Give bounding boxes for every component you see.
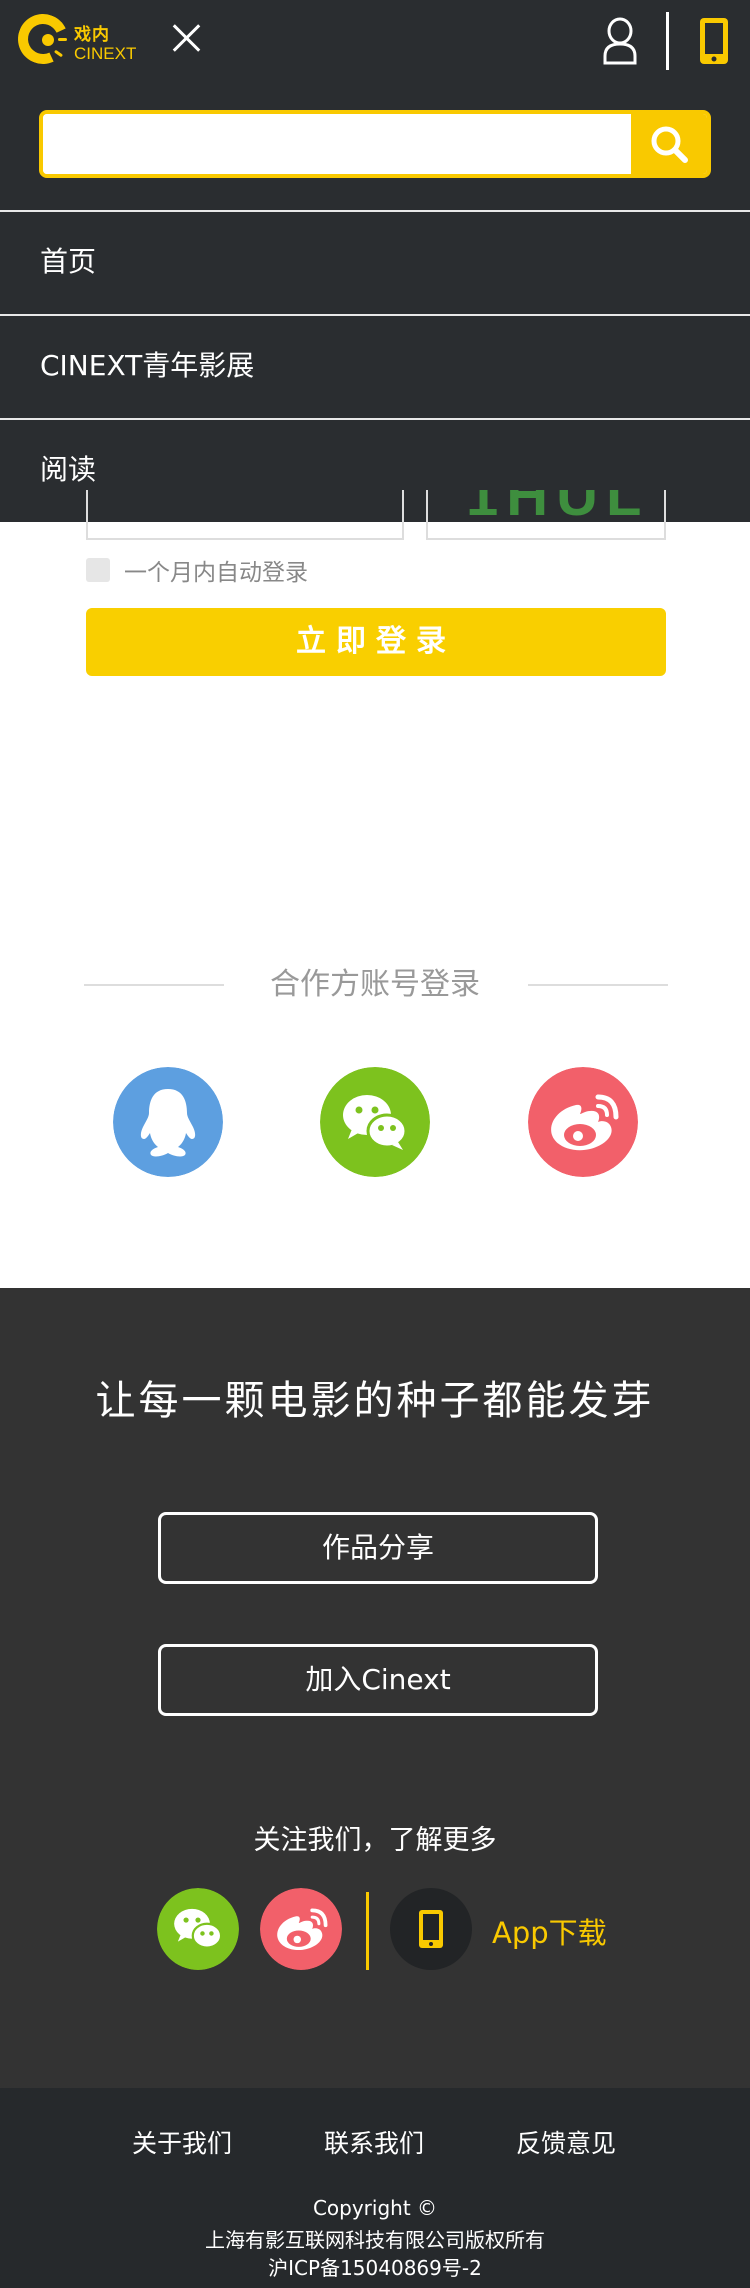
bottom-bar: 关于我们 联系我们 反馈意见 Copyright © 上海有影互联网科技有限公司… [0, 2088, 750, 2288]
nav-menu: 首页 CINEXT青年影展 阅读 [0, 210, 750, 522]
search-input[interactable] [43, 114, 633, 174]
partner-login-heading: 合作方账号登录 [0, 960, 750, 1010]
footer-weibo-icon[interactable] [260, 1888, 342, 1970]
nav-item-home[interactable]: 首页 [0, 210, 750, 314]
search-button[interactable] [631, 114, 707, 174]
site-footer: 让每一颗电影的种子都能发芽 作品分享 加入Cinext 关注我们，了解更多 Ap… [0, 1288, 750, 2088]
share-works-button[interactable]: 作品分享 [158, 1512, 598, 1584]
company-text: 上海有影互联网科技有限公司版权所有 [205, 2228, 545, 2252]
cinext-logo[interactable]: 戏内 CINEXT [10, 6, 137, 72]
captcha-text: 1HUL [466, 490, 650, 528]
join-cinext-button[interactable]: 加入Cinext [158, 1644, 598, 1716]
app-download-icon-button[interactable] [390, 1888, 472, 1970]
mobile-phone-icon [419, 1910, 443, 1948]
site-header: 戏内 CINEXT [0, 0, 750, 210]
header-divider [666, 12, 669, 70]
logo-rays-icon [52, 20, 68, 60]
footer-slogan: 让每一颗电影的种子都能发芽 [95, 1378, 655, 1424]
copyright-text: Copyright © [312, 2196, 438, 2220]
remember-login-checkbox[interactable]: 一个月内自动登录 [86, 555, 308, 586]
qq-icon[interactable] [113, 1067, 223, 1177]
weibo-icon[interactable] [528, 1067, 638, 1177]
search-icon [651, 126, 688, 163]
close-menu-icon[interactable] [166, 18, 206, 58]
logo-text-en: CINEXT [74, 44, 137, 63]
app-download-link[interactable]: App下载 [492, 1910, 607, 1952]
feedback-link[interactable]: 反馈意见 [516, 2124, 616, 2160]
remember-login-label: 一个月内自动登录 [124, 560, 308, 586]
follow-us-text: 关注我们，了解更多 [253, 1825, 497, 1856]
logo-text-cn: 戏内 [74, 25, 110, 45]
footer-wechat-icon[interactable] [157, 1888, 239, 1970]
footer-divider [366, 1892, 369, 1970]
icp-text: 沪ICP备15040869号-2 [268, 2256, 482, 2280]
login-input-field[interactable] [86, 490, 404, 540]
captcha-image[interactable]: 1HUL [426, 490, 666, 540]
about-us-link[interactable]: 关于我们 [132, 2124, 232, 2160]
checkbox-box[interactable] [86, 558, 110, 582]
login-button[interactable]: 立即登录 [86, 608, 666, 676]
mobile-phone-icon[interactable] [698, 16, 730, 66]
wechat-icon[interactable] [320, 1067, 430, 1177]
divider-line-right [528, 984, 668, 986]
nav-item-film-festival[interactable]: CINEXT青年影展 [0, 314, 750, 418]
search-box [39, 110, 711, 178]
user-icon[interactable] [602, 16, 638, 66]
contact-us-link[interactable]: 联系我们 [324, 2124, 424, 2160]
